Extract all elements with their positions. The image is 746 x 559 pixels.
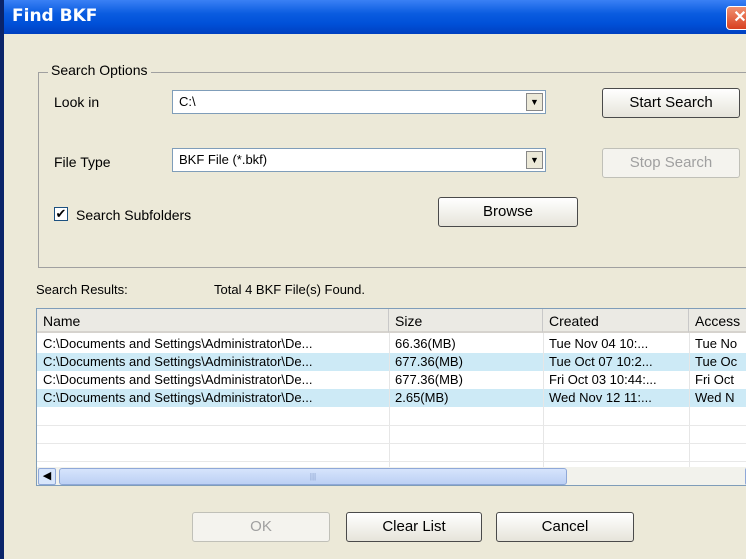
search-subfolders-label[interactable]: Search Subfolders: [76, 207, 191, 223]
clear-list-button[interactable]: Clear List: [346, 512, 482, 542]
cell-accessed: Tue Oc: [695, 354, 738, 369]
cell-accessed: Wed N: [695, 390, 735, 405]
table-row[interactable]: C:\Documents and Settings\Administrator\…: [37, 353, 746, 371]
cell-name: C:\Documents and Settings\Administrator\…: [43, 354, 313, 369]
column-divider: [689, 333, 690, 467]
chevron-left-icon: ◀: [42, 470, 52, 482]
cell-created: Wed Nov 12 11:...: [549, 390, 652, 405]
scroll-left-button[interactable]: ◀: [38, 468, 56, 485]
search-options-legend: Search Options: [48, 62, 151, 78]
table-row[interactable]: C:\Documents and Settings\Administrator\…: [37, 389, 746, 407]
column-divider: [543, 333, 544, 467]
row-gridline: [37, 425, 746, 426]
table-row[interactable]: C:\Documents and Settings\Administrator\…: [37, 335, 746, 353]
column-header-name[interactable]: Name: [37, 309, 389, 333]
file-type-label: File Type: [54, 154, 111, 170]
cell-name: C:\Documents and Settings\Administrator\…: [43, 390, 313, 405]
file-type-combo[interactable]: BKF File (*.bkf) ▼: [172, 148, 546, 172]
search-subfolders-checkbox[interactable]: ✔: [54, 207, 68, 221]
checkmark-icon: ✔: [55, 206, 67, 221]
row-gridline: [37, 443, 746, 444]
browse-button[interactable]: Browse: [438, 197, 578, 227]
column-header-accessed[interactable]: Access: [689, 309, 746, 333]
column-header-created[interactable]: Created: [543, 309, 689, 333]
results-list[interactable]: Name Size Created Access C:\Documents an…: [36, 308, 746, 486]
stop-search-button[interactable]: Stop Search: [602, 148, 740, 178]
cell-name: C:\Documents and Settings\Administrator\…: [43, 336, 313, 351]
cell-size: 2.65(MB): [395, 390, 449, 405]
window-title: Find BKF: [12, 6, 98, 26]
row-gridline: [37, 461, 746, 462]
cell-name: C:\Documents and Settings\Administrator\…: [43, 372, 313, 387]
scrollbar-thumb[interactable]: |||: [59, 468, 567, 485]
column-header-size[interactable]: Size: [389, 309, 543, 333]
cell-size: 66.36(MB): [395, 336, 456, 351]
look-in-label: Look in: [54, 94, 100, 110]
file-type-value: BKF File (*.bkf): [179, 152, 268, 167]
horizontal-scrollbar[interactable]: ◀ ||| ▶: [37, 467, 746, 485]
cell-created: Fri Oct 03 10:44:...: [549, 372, 657, 387]
ok-button[interactable]: OK: [192, 512, 330, 542]
chevron-down-icon[interactable]: ▼: [526, 93, 543, 111]
cell-accessed: Fri Oct: [695, 372, 734, 387]
close-button[interactable]: ✕: [726, 6, 746, 30]
cell-created: Tue Oct 07 10:2...: [549, 354, 653, 369]
look-in-value: C:\: [179, 94, 196, 109]
cell-size: 677.36(MB): [395, 372, 463, 387]
look-in-combo[interactable]: C:\ ▼: [172, 90, 546, 114]
start-search-button[interactable]: Start Search: [602, 88, 740, 118]
cell-size: 677.36(MB): [395, 354, 463, 369]
column-divider: [389, 333, 390, 467]
title-bar[interactable]: Find BKF ✕: [4, 0, 746, 34]
table-row[interactable]: C:\Documents and Settings\Administrator\…: [37, 371, 746, 389]
chevron-down-icon[interactable]: ▼: [526, 151, 543, 169]
cell-created: Tue Nov 04 10:...: [549, 336, 649, 351]
cancel-button[interactable]: Cancel: [496, 512, 634, 542]
find-bkf-dialog: Find BKF ✕ Search Options Look in C:\ ▼ …: [0, 0, 746, 559]
results-summary: Total 4 BKF File(s) Found.: [214, 282, 365, 297]
close-icon: ✕: [733, 9, 746, 26]
search-results-label: Search Results:: [36, 282, 128, 297]
cell-accessed: Tue No: [695, 336, 738, 351]
